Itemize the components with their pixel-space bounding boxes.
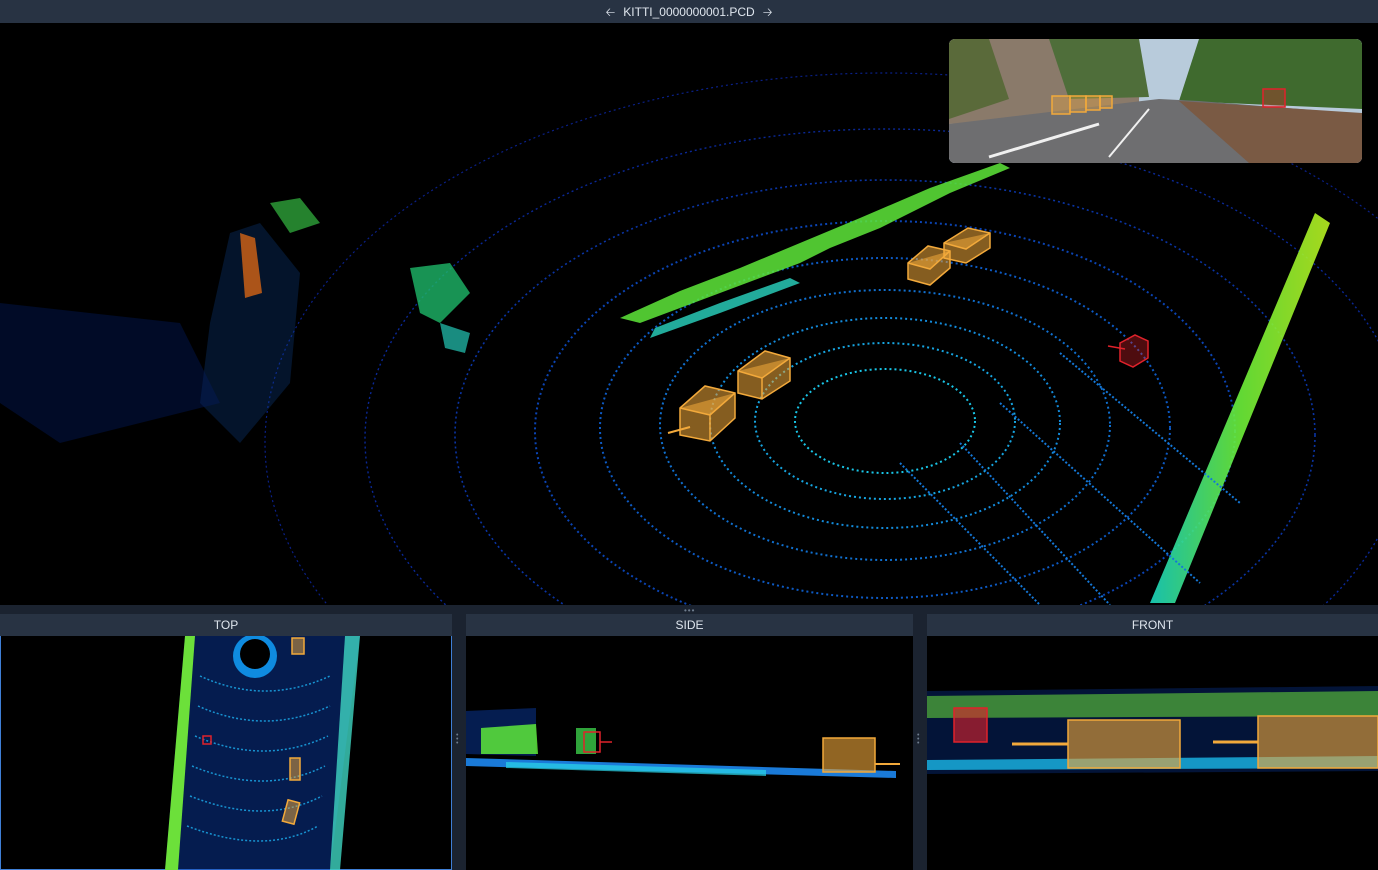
side-view-panel[interactable]: SIDE xyxy=(466,614,913,870)
car-cuboid[interactable] xyxy=(679,385,736,442)
top-car-cuboid[interactable] xyxy=(291,637,305,655)
car-cuboid[interactable] xyxy=(737,350,791,400)
pedestrian-cuboid[interactable] xyxy=(1107,334,1149,368)
front-view-canvas[interactable] xyxy=(927,636,1378,870)
car-cuboid[interactable] xyxy=(943,227,991,264)
front-view-header: FRONT xyxy=(927,614,1378,636)
top-car-cuboid[interactable] xyxy=(289,757,301,781)
thumb-pedestrian-box xyxy=(1262,88,1286,108)
arrow-right-icon[interactable]: 🡢 xyxy=(763,6,773,18)
arrow-left-icon[interactable]: 🡠 xyxy=(606,6,616,18)
top-view-header: TOP xyxy=(0,614,452,636)
main-3d-viewport[interactable] xyxy=(0,23,1378,605)
right-wall-points xyxy=(1150,213,1330,603)
front-view-panel[interactable]: FRONT xyxy=(927,614,1378,870)
side-view-title: SIDE xyxy=(675,618,704,632)
left-vegetation-points xyxy=(0,198,470,443)
side-view-canvas[interactable] xyxy=(466,636,913,870)
file-title-bar: 🡠 KITTI_0000000001.PCD 🡢 xyxy=(0,0,1378,23)
top-view-canvas[interactable] xyxy=(0,636,452,870)
side-car-cuboid[interactable] xyxy=(822,737,876,773)
drag-handle-icon[interactable]: ••• xyxy=(456,732,460,747)
top-view-panel[interactable]: TOP xyxy=(0,614,452,870)
sensor-blind-spot xyxy=(828,385,948,461)
top-view-title: TOP xyxy=(213,618,239,632)
front-view-title: FRONT xyxy=(1131,618,1174,632)
drag-handle-icon[interactable]: ••• xyxy=(917,732,921,747)
front-car-cuboid[interactable] xyxy=(1067,719,1181,769)
vertical-splitter-top-side[interactable]: • • • xyxy=(452,614,466,870)
camera-image-thumbnail[interactable] xyxy=(949,39,1362,163)
front-car-cuboid[interactable] xyxy=(1257,715,1378,769)
front-pedestrian-cuboid[interactable] xyxy=(953,707,988,743)
vertical-splitter-side-front[interactable]: • • • xyxy=(913,614,927,870)
file-name: KITTI_0000000001.PCD xyxy=(623,4,755,19)
side-view-header: SIDE xyxy=(466,614,913,636)
horizontal-splitter[interactable]: ••• xyxy=(0,605,1378,615)
